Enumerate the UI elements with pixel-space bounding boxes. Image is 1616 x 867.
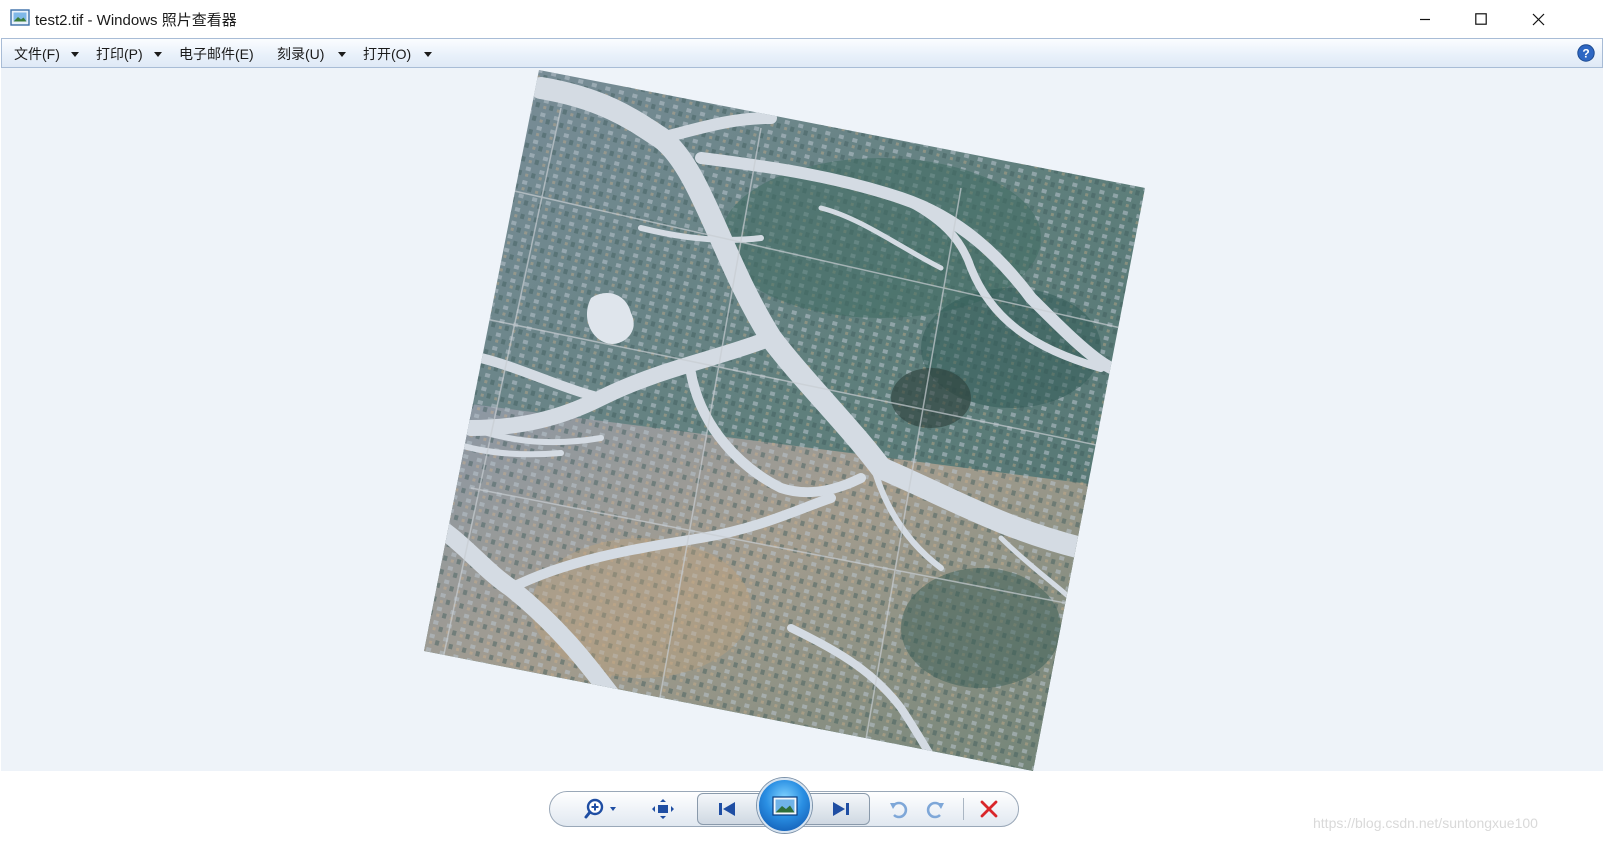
menu-email[interactable]: 电子邮件(E) — [179, 44, 254, 64]
next-icon — [833, 802, 849, 816]
photo-viewer-icon — [10, 9, 30, 26]
rotate-counterclockwise-button[interactable] — [885, 797, 911, 821]
fit-window-icon — [652, 799, 674, 819]
help-icon[interactable]: ? — [1577, 44, 1595, 62]
menu-open[interactable]: 打开(O) — [363, 44, 411, 64]
menu-print-chevron-down-icon[interactable] — [154, 52, 162, 57]
menu-burn[interactable]: 刻录(U) — [277, 44, 324, 64]
close-button[interactable] — [1510, 0, 1566, 38]
rotate-counterclockwise-icon — [890, 801, 908, 819]
minimize-button[interactable] — [1397, 0, 1453, 38]
delete-button[interactable] — [976, 797, 1002, 821]
minimize-icon — [1420, 18, 1430, 21]
title-bar: test2.tif - Windows 照片查看器 — [0, 0, 1616, 38]
zoom-icon — [584, 798, 616, 819]
actual-size-button[interactable] — [650, 797, 676, 821]
rotate-clockwise-button[interactable] — [923, 797, 949, 821]
displayed-image — [1, 68, 1603, 771]
control-bar: https://blog.csdn.net/suntongxue100 — [0, 771, 1616, 867]
close-icon — [1532, 13, 1544, 25]
toolbar-divider — [963, 798, 964, 820]
watermark: https://blog.csdn.net/suntongxue100 — [1313, 815, 1538, 831]
delete-icon — [980, 800, 998, 818]
svg-text:?: ? — [1582, 47, 1589, 61]
window-title: test2.tif - Windows 照片查看器 — [35, 12, 237, 29]
image-viewport[interactable] — [1, 68, 1603, 771]
zoom-button[interactable] — [580, 797, 620, 821]
maximize-icon — [1475, 13, 1487, 25]
next-button[interactable] — [826, 798, 856, 820]
slideshow-button[interactable] — [757, 778, 812, 833]
slideshow-icon — [771, 795, 798, 816]
previous-button[interactable] — [712, 798, 742, 820]
menu-burn-chevron-down-icon[interactable] — [338, 52, 346, 57]
maximize-button[interactable] — [1453, 0, 1509, 38]
rotate-clockwise-icon — [926, 801, 944, 819]
menu-bar: 文件(F) 打印(P) 电子邮件(E) 刻录(U) 打开(O) ? — [1, 38, 1603, 68]
menu-print[interactable]: 打印(P) — [96, 44, 143, 64]
previous-icon — [719, 802, 735, 816]
menu-file-chevron-down-icon[interactable] — [71, 52, 79, 57]
menu-file[interactable]: 文件(F) — [14, 44, 60, 64]
menu-open-chevron-down-icon[interactable] — [424, 52, 432, 57]
